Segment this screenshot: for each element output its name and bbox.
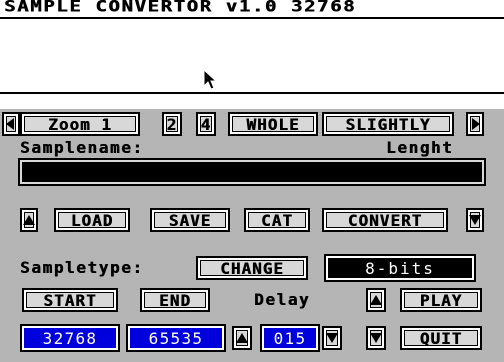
sampletype-label: Sampletype: — [20, 258, 144, 277]
load-button[interactable]: LOAD — [54, 208, 130, 232]
arrow-up-icon — [23, 215, 35, 225]
catalog-button[interactable]: CAT — [244, 208, 310, 232]
sampletype-value: 8-bits — [326, 256, 474, 280]
arrow-down-icon — [469, 215, 481, 225]
mouse-pointer-icon — [203, 69, 218, 90]
start-button[interactable]: START — [22, 288, 118, 312]
arrow-down-icon — [370, 333, 382, 343]
delay-value-field[interactable]: 015 — [262, 326, 318, 350]
zoom-4-button[interactable]: 4 — [196, 112, 216, 136]
play-down-button[interactable] — [366, 326, 386, 350]
samplename-label: Samplename: — [20, 138, 144, 157]
samplename-field[interactable] — [20, 160, 484, 184]
title-underline — [0, 17, 504, 19]
scroll-right-button[interactable] — [466, 112, 484, 136]
page-up-button[interactable] — [20, 208, 38, 232]
end-value-field[interactable]: 65535 — [128, 326, 224, 350]
change-sampletype-button[interactable]: CHANGE — [196, 256, 308, 280]
zoom-1-button[interactable]: Zoom 1 — [20, 112, 140, 136]
play-up-button[interactable] — [366, 288, 386, 312]
start-value-field[interactable]: 32768 — [22, 326, 118, 350]
scroll-left-button[interactable] — [2, 112, 20, 136]
page-down-button[interactable] — [466, 208, 484, 232]
zoom-2-button[interactable]: 2 — [162, 112, 182, 136]
save-button[interactable]: SAVE — [150, 208, 230, 232]
delay-down-button[interactable] — [322, 326, 342, 350]
app-title: SAMPLE CONVERTOR v1.0 32768 — [4, 0, 357, 16]
waveform-baseline — [0, 92, 504, 94]
arrow-down-icon — [326, 333, 338, 343]
length-label: Lenght — [386, 138, 454, 157]
quit-button[interactable]: QUIT — [400, 326, 482, 350]
delay-up-button[interactable] — [232, 326, 252, 350]
zoom-slightly-button[interactable]: SLIGHTLY — [322, 112, 454, 136]
arrow-up-icon — [370, 295, 382, 305]
arrow-up-icon — [236, 333, 248, 343]
arrow-right-icon — [472, 118, 480, 130]
zoom-whole-button[interactable]: WHOLE — [228, 112, 318, 136]
convert-button[interactable]: CONVERT — [322, 208, 448, 232]
arrow-left-icon — [6, 118, 14, 130]
delay-label: Delay — [254, 290, 311, 309]
play-button[interactable]: PLAY — [400, 288, 482, 312]
end-button[interactable]: END — [140, 288, 210, 312]
